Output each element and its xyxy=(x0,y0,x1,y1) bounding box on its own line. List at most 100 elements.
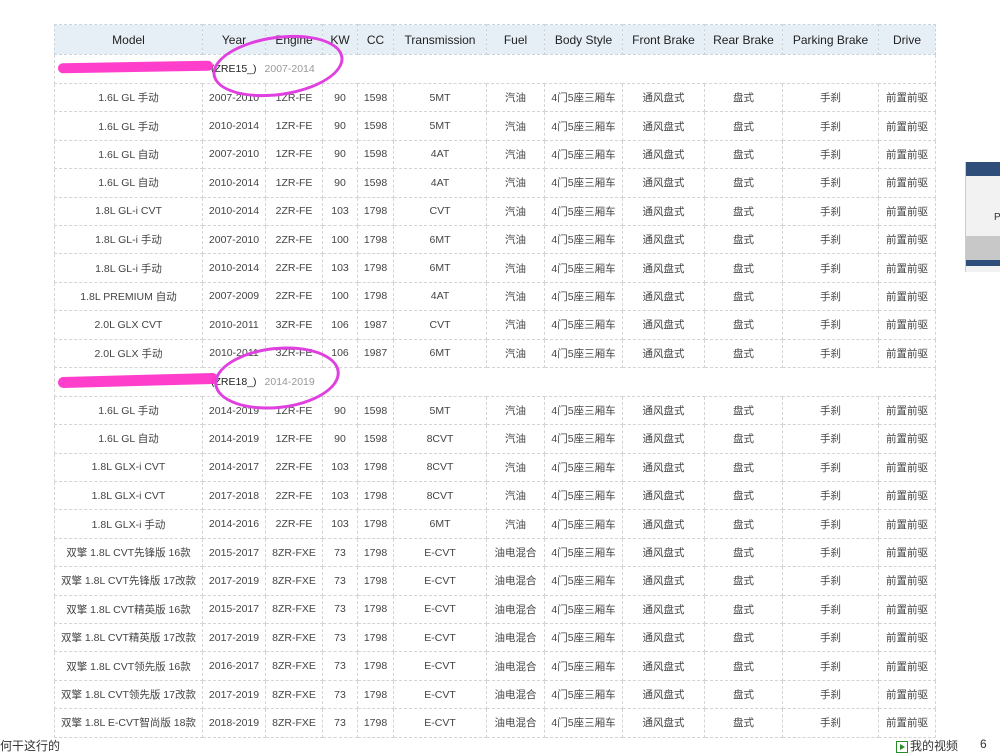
table-cell: 手刹 xyxy=(782,168,879,198)
table-cell: 盘式 xyxy=(704,651,783,681)
table-row[interactable]: 1.6L GL 自动 2007-2010 1ZR-FE 90 1598 4AT 汽油 4门5座… xyxy=(54,139,936,170)
table-cell: 盘式 xyxy=(704,111,783,141)
side-window-footer xyxy=(966,260,1000,266)
table-cell: 2.0L GLX CVT xyxy=(54,310,203,340)
table-cell: 手刹 xyxy=(782,424,879,454)
column-header[interactable]: Drive xyxy=(878,24,936,55)
table-cell: 盘式 xyxy=(704,139,783,170)
table-cell: 1798 xyxy=(357,452,394,483)
table-row[interactable]: 1.6L GL 手动 2010-2014 1ZR-FE 90 1598 5MT 汽油 4门5座… xyxy=(54,111,936,141)
table-row[interactable]: 1.6L GL 手动 2014-2019 1ZR-FE 90 1598 5MT 汽油 4门5座… xyxy=(54,395,936,426)
table-cell: 前置前驱 xyxy=(878,281,936,312)
table-cell: 手刹 xyxy=(782,623,879,653)
table-cell: 双擎 1.8L CVT精英版 17改款 xyxy=(54,623,203,653)
table-cell: 手刹 xyxy=(782,281,879,312)
table-cell: 汽油 xyxy=(486,168,545,198)
bottom-right-counter: 6 xyxy=(980,737,987,751)
table-cell: 1798 xyxy=(357,651,394,681)
table-row[interactable]: 双擎 1.8L CVT领先版 16款 2016-2017 8ZR-FXE 73 1798… xyxy=(54,651,936,681)
table-cell: 盘式 xyxy=(704,708,783,738)
table-cell: 手刹 xyxy=(782,111,879,141)
table-row[interactable]: 1.8L GL-i 手动 2010-2014 2ZR-FE 103 1798 6MT 汽油 4… xyxy=(54,253,936,283)
table-cell: 4门5座三厢车 xyxy=(544,168,623,198)
table-cell: 通风盘式 xyxy=(622,281,705,312)
table-cell: 8CVT xyxy=(393,424,487,454)
table-row[interactable]: 1.8L GL-i CVT 2010-2014 2ZR-FE 103 1798 CVT 汽油… xyxy=(54,196,936,226)
table-cell: 1.6L GL 自动 xyxy=(54,139,203,170)
table-cell: 1.8L GL-i CVT xyxy=(54,196,203,226)
table-row[interactable]: 双擎 1.8L CVT先锋版 16款 2015-2017 8ZR-FXE 73 1798… xyxy=(54,537,936,568)
table-cell: 前置前驱 xyxy=(878,196,936,226)
table-row[interactable]: 1.8L GL-i 手动 2007-2010 2ZR-FE 100 1798 6MT 汽油 4… xyxy=(54,224,936,255)
table-cell: 90 xyxy=(322,424,358,454)
table-cell: 4门5座三厢车 xyxy=(544,537,623,568)
table-row[interactable]: 双擎 1.8L E-CVT智尚版 18款 2018-2019 8ZR-FXE 73 17… xyxy=(54,708,936,738)
table-row[interactable]: 1.6L GL 自动 2014-2019 1ZR-FE 90 1598 8CVT 汽油 4门5… xyxy=(54,424,936,454)
table-cell: 2ZR-FE xyxy=(265,224,323,255)
table-cell: 2ZR-FE xyxy=(265,452,323,483)
table-cell: 2010-2014 xyxy=(202,168,266,198)
table-row[interactable]: 双擎 1.8L CVT先锋版 17改款 2017-2019 8ZR-FXE 73 179… xyxy=(54,566,936,596)
table-cell: 4门5座三厢车 xyxy=(544,196,623,226)
table-cell: 8ZR-FXE xyxy=(265,623,323,653)
column-header[interactable]: Front Brake xyxy=(622,24,705,55)
side-window-button[interactable] xyxy=(966,236,1000,260)
table-cell: 1798 xyxy=(357,708,394,738)
table-row[interactable]: 双擎 1.8L CVT精英版 17改款 2017-2019 8ZR-FXE 73 179… xyxy=(54,623,936,653)
table-row[interactable]: 双擎 1.8L CVT领先版 17改款 2017-2019 8ZR-FXE 73 179… xyxy=(54,679,936,710)
table-cell: 手刹 xyxy=(782,139,879,170)
column-header[interactable]: Parking Brake xyxy=(782,24,879,55)
table-cell: 前置前驱 xyxy=(878,509,936,539)
table-cell: 2017-2019 xyxy=(202,679,266,710)
table-cell: E-CVT xyxy=(393,651,487,681)
table-cell: 4AT xyxy=(393,139,487,170)
table-cell: 90 xyxy=(322,111,358,141)
table-cell: E-CVT xyxy=(393,623,487,653)
column-header[interactable]: Fuel xyxy=(486,24,545,55)
table-cell: 通风盘式 xyxy=(622,224,705,255)
table-cell: 1.6L GL 自动 xyxy=(54,424,203,454)
table-cell: 油电混合 xyxy=(486,537,545,568)
table-row[interactable]: 1.8L GLX-i CVT 2014-2017 2ZR-FE 103 1798 8CVT… xyxy=(54,452,936,483)
table-cell: 汽油 xyxy=(486,481,545,511)
table-cell: 盘式 xyxy=(704,338,783,368)
table-cell: 8ZR-FXE xyxy=(265,594,323,625)
play-icon xyxy=(896,740,908,753)
table-row[interactable]: 1.8L PREMIUM 自动 2007-2009 2ZR-FE 100 1798 4AT… xyxy=(54,281,936,312)
table-cell: 1598 xyxy=(357,395,394,426)
table-cell: 盘式 xyxy=(704,168,783,198)
table-row[interactable]: 1.6L GL 手动 2007-2010 1ZR-FE 90 1598 5MT 汽油 4门5座… xyxy=(54,82,936,113)
table-row[interactable]: 2.0L GLX CVT 2010-2011 3ZR-FE 106 1987 CVT 汽油 4… xyxy=(54,310,936,340)
table-cell: 100 xyxy=(322,224,358,255)
table-cell: 3ZR-FE xyxy=(265,310,323,340)
table-cell: 73 xyxy=(322,537,358,568)
table-row[interactable]: 1.8L GLX-i 手动 2014-2016 2ZR-FE 103 1798 6MT 汽油… xyxy=(54,509,936,539)
table-row[interactable]: 双擎 1.8L CVT精英版 16款 2015-2017 8ZR-FXE 73 1798… xyxy=(54,594,936,625)
side-window-text: P xyxy=(994,212,1000,223)
table-cell: 通风盘式 xyxy=(622,310,705,340)
table-cell: 汽油 xyxy=(486,253,545,283)
table-cell: 汽油 xyxy=(486,395,545,426)
column-header[interactable]: Model xyxy=(54,24,203,55)
table-cell: 前置前驱 xyxy=(878,566,936,596)
table-cell: 油电混合 xyxy=(486,566,545,596)
table-cell: 前置前驱 xyxy=(878,708,936,738)
table-row[interactable]: 1.8L GLX-i CVT 2017-2018 2ZR-FE 103 1798 8CVT… xyxy=(54,481,936,511)
table-row[interactable]: 1.6L GL 自动 2010-2014 1ZR-FE 90 1598 4AT 汽油 4门5座… xyxy=(54,168,936,198)
table-cell: 通风盘式 xyxy=(622,481,705,511)
column-header[interactable]: Body Style xyxy=(544,24,623,55)
my-videos-link[interactable]: 我的视频 xyxy=(896,737,958,754)
table-cell: 1598 xyxy=(357,111,394,141)
table-cell: 汽油 xyxy=(486,196,545,226)
table-cell: 4门5座三厢车 xyxy=(544,452,623,483)
table-cell: 4门5座三厢车 xyxy=(544,82,623,113)
table-cell: 2017-2019 xyxy=(202,623,266,653)
column-header[interactable]: Transmission xyxy=(393,24,487,55)
column-header[interactable]: CC xyxy=(357,24,394,55)
column-header[interactable]: Rear Brake xyxy=(704,24,783,55)
table-cell: 前置前驱 xyxy=(878,651,936,681)
table-cell: 通风盘式 xyxy=(622,168,705,198)
table-cell: 手刹 xyxy=(782,196,879,226)
table-row[interactable]: 2.0L GLX 手动 2010-2011 3ZR-FE 106 1987 6MT 汽油 4门… xyxy=(54,338,936,368)
table-cell: 2010-2014 xyxy=(202,111,266,141)
